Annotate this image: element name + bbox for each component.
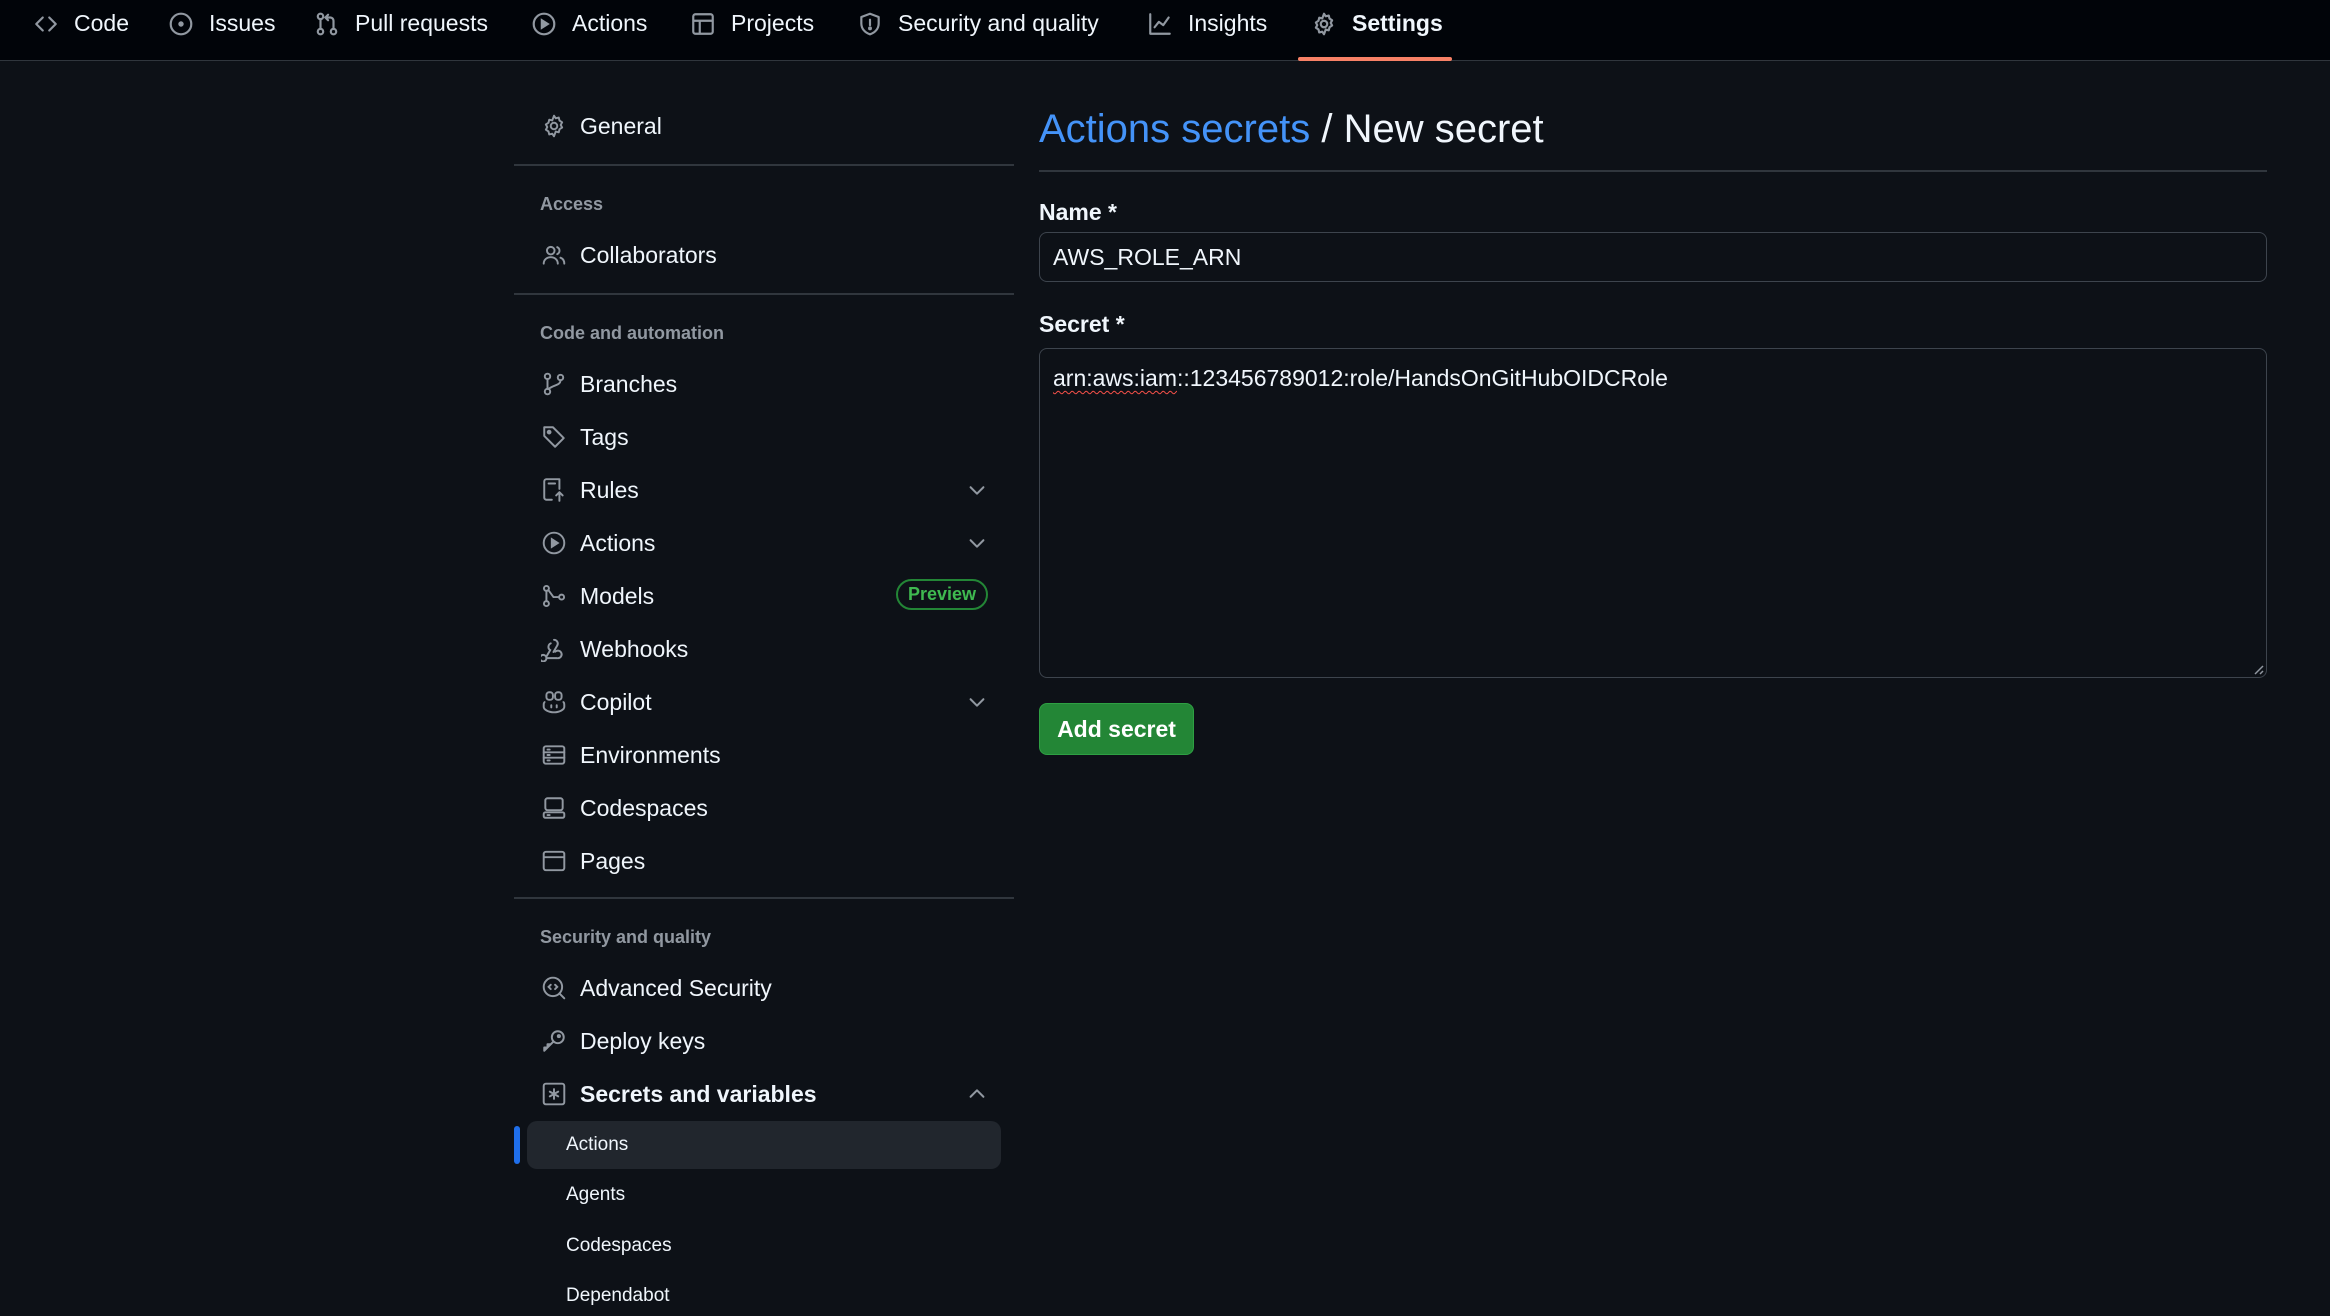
- sidebar-item-copilot[interactable]: Copilot: [540, 682, 1000, 722]
- sidebar-divider: [514, 897, 1014, 899]
- sidebar-item-deploy-keys[interactable]: Deploy keys: [540, 1021, 1000, 1061]
- secret-value-textarea[interactable]: arn:aws:iam::123456789012:role/HandsOnGi…: [1039, 348, 2267, 678]
- codescan-icon: [540, 974, 568, 1002]
- tab-settings[interactable]: Settings: [1310, 0, 1443, 61]
- sidebar-heading-security-and-quality: Security and quality: [540, 927, 712, 947]
- tab-security-and-quality[interactable]: Security and quality: [856, 0, 1099, 61]
- sidebar-item-codespaces[interactable]: Codespaces: [540, 788, 1000, 828]
- tab-actions[interactable]: Actions: [530, 0, 647, 61]
- browser-icon: [540, 847, 568, 875]
- breadcrumb-separator: /: [1310, 107, 1344, 151]
- tab-projects[interactable]: Projects: [689, 0, 814, 61]
- shield-icon: [856, 10, 884, 38]
- table-icon: [689, 10, 717, 38]
- spellcheck-flagged-text: arn:aws:iam: [1053, 365, 1177, 391]
- graph-icon: [1146, 10, 1174, 38]
- server-icon: [540, 741, 568, 769]
- sidebar-divider: [514, 293, 1014, 295]
- play-icon: [540, 529, 568, 557]
- repo-push-icon: [540, 476, 568, 504]
- sidebar-item-tags[interactable]: Tags: [540, 417, 1000, 457]
- page-title: Actions secrets / New secret: [1039, 107, 1544, 152]
- issue-icon: [167, 10, 195, 38]
- sidebar-heading-access: Access: [540, 194, 604, 214]
- gear-icon: [1310, 10, 1338, 38]
- chevron-down-icon[interactable]: [966, 532, 988, 554]
- copilot-icon: [540, 688, 568, 716]
- chevron-down-icon[interactable]: [966, 479, 988, 501]
- repo-nav: Code Issues Pull requests Actions Projec…: [0, 0, 2330, 61]
- branch-icon: [540, 370, 568, 398]
- sidebar-item-pages[interactable]: Pages: [540, 841, 1000, 881]
- people-icon: [540, 241, 568, 269]
- model-icon: [540, 582, 568, 610]
- breadcrumb-actions-secrets[interactable]: Actions secrets: [1039, 107, 1310, 151]
- active-tab-indicator: [1298, 57, 1452, 61]
- gear-icon: [540, 112, 568, 140]
- codespaces-icon: [540, 794, 568, 822]
- name-label: Name *: [1039, 199, 1117, 225]
- sub-item-agents[interactable]: Agents: [566, 1184, 625, 1206]
- sidebar-heading-code-and-automation: Code and automation: [540, 323, 724, 343]
- secret-value-text[interactable]: arn:aws:iam::123456789012:role/HandsOnGi…: [1039, 348, 2267, 678]
- preview-badge: Preview: [895, 579, 988, 610]
- sidebar-item-rules[interactable]: Rules: [540, 470, 1000, 510]
- asterisk-box-icon: [540, 1080, 568, 1108]
- add-secret-button[interactable]: Add secret: [1039, 703, 1194, 755]
- sidebar-item-advanced-security[interactable]: Advanced Security: [540, 968, 1000, 1008]
- code-icon: [32, 10, 60, 38]
- tab-pull-requests[interactable]: Pull requests: [313, 0, 488, 61]
- tag-icon: [540, 423, 568, 451]
- sidebar-item-environments[interactable]: Environments: [540, 735, 1000, 775]
- sidebar-item-models[interactable]: Models Preview: [540, 576, 1000, 616]
- sidebar-item-webhooks[interactable]: Webhooks: [540, 629, 1000, 669]
- chevron-up-icon[interactable]: [966, 1083, 988, 1105]
- secret-label: Secret *: [1039, 311, 1125, 337]
- sub-item-codespaces[interactable]: Codespaces: [566, 1235, 672, 1257]
- chevron-down-icon[interactable]: [966, 691, 988, 713]
- play-icon: [530, 10, 558, 38]
- webhook-icon: [540, 635, 568, 663]
- tab-issues[interactable]: Issues: [167, 0, 275, 61]
- key-icon: [540, 1027, 568, 1055]
- tab-insights[interactable]: Insights: [1146, 0, 1267, 61]
- sub-item-dependabot[interactable]: Dependabot: [566, 1285, 670, 1307]
- resize-handle-icon[interactable]: [2250, 661, 2264, 675]
- tab-code[interactable]: Code: [32, 0, 129, 61]
- page-title-text: New secret: [1343, 107, 1544, 151]
- sidebar-divider: [514, 164, 1014, 166]
- sidebar-item-actions[interactable]: Actions: [540, 523, 1000, 563]
- title-divider: [1039, 170, 2267, 172]
- secret-name-input[interactable]: [1039, 232, 2267, 282]
- active-nav-indicator: [514, 1126, 520, 1164]
- sub-item-actions[interactable]: Actions: [566, 1134, 628, 1156]
- secret-value-rest: ::123456789012:role/HandsOnGitHubOIDCRol…: [1176, 365, 1668, 391]
- pull-request-icon: [313, 10, 341, 38]
- sidebar-item-secrets-and-variables[interactable]: Secrets and variables: [540, 1074, 1000, 1114]
- sidebar-item-general[interactable]: General: [540, 106, 1000, 146]
- sidebar-item-collaborators[interactable]: Collaborators: [540, 235, 1000, 275]
- sidebar-item-branches[interactable]: Branches: [540, 364, 1000, 404]
